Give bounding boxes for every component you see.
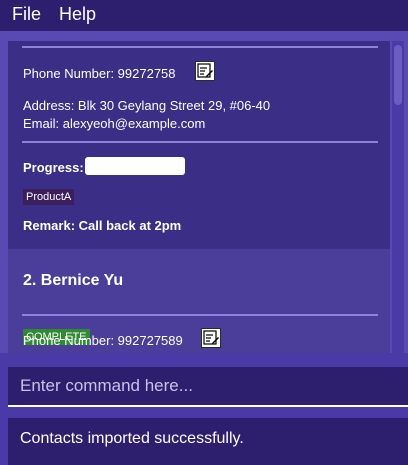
edit-phone-button[interactable] [201, 328, 221, 348]
contact-card-selected[interactable]: 2. Bernice Yu COMPLETE Phone Number: 992… [8, 249, 390, 353]
separator [22, 141, 378, 143]
progress-label: Progress: [23, 160, 84, 175]
result-display: Contacts imported successfully. [8, 418, 408, 465]
product-tag: ProductA [23, 189, 75, 205]
phone-label: Phone Number: 99272758 [23, 66, 176, 81]
contact-name: 2. Bernice Yu [23, 272, 124, 289]
progress-fill [85, 157, 185, 175]
scroll-thumb[interactable] [394, 45, 402, 105]
contact-list[interactable]: Phone Number: 99272758 Address: Blk 30 G… [8, 41, 390, 353]
separator [22, 314, 378, 316]
contact-card[interactable]: Phone Number: 99272758 Address: Blk 30 G… [8, 41, 390, 249]
menu-bar: File Help [0, 0, 408, 31]
edit-icon [203, 330, 219, 345]
progress-bar [85, 157, 185, 175]
email-label: Email: alexyeoh@example.com [23, 116, 206, 131]
list-scrollbar[interactable] [392, 41, 404, 353]
separator [22, 46, 378, 48]
menu-help[interactable]: Help [59, 4, 96, 25]
remark-label: Remark: Call back at 2pm [23, 218, 182, 233]
command-input[interactable] [8, 367, 408, 405]
phone-label: Phone Number: 992727589 [23, 333, 183, 348]
edit-phone-button[interactable] [195, 61, 215, 81]
command-box [8, 367, 408, 407]
result-message: Contacts imported successfully. [20, 430, 244, 447]
address-label: Address: Blk 30 Geylang Street 29, #06-4… [23, 98, 271, 113]
contact-list-frame: Phone Number: 99272758 Address: Blk 30 G… [0, 31, 408, 353]
menu-file[interactable]: File [12, 4, 41, 25]
edit-icon [197, 63, 213, 78]
